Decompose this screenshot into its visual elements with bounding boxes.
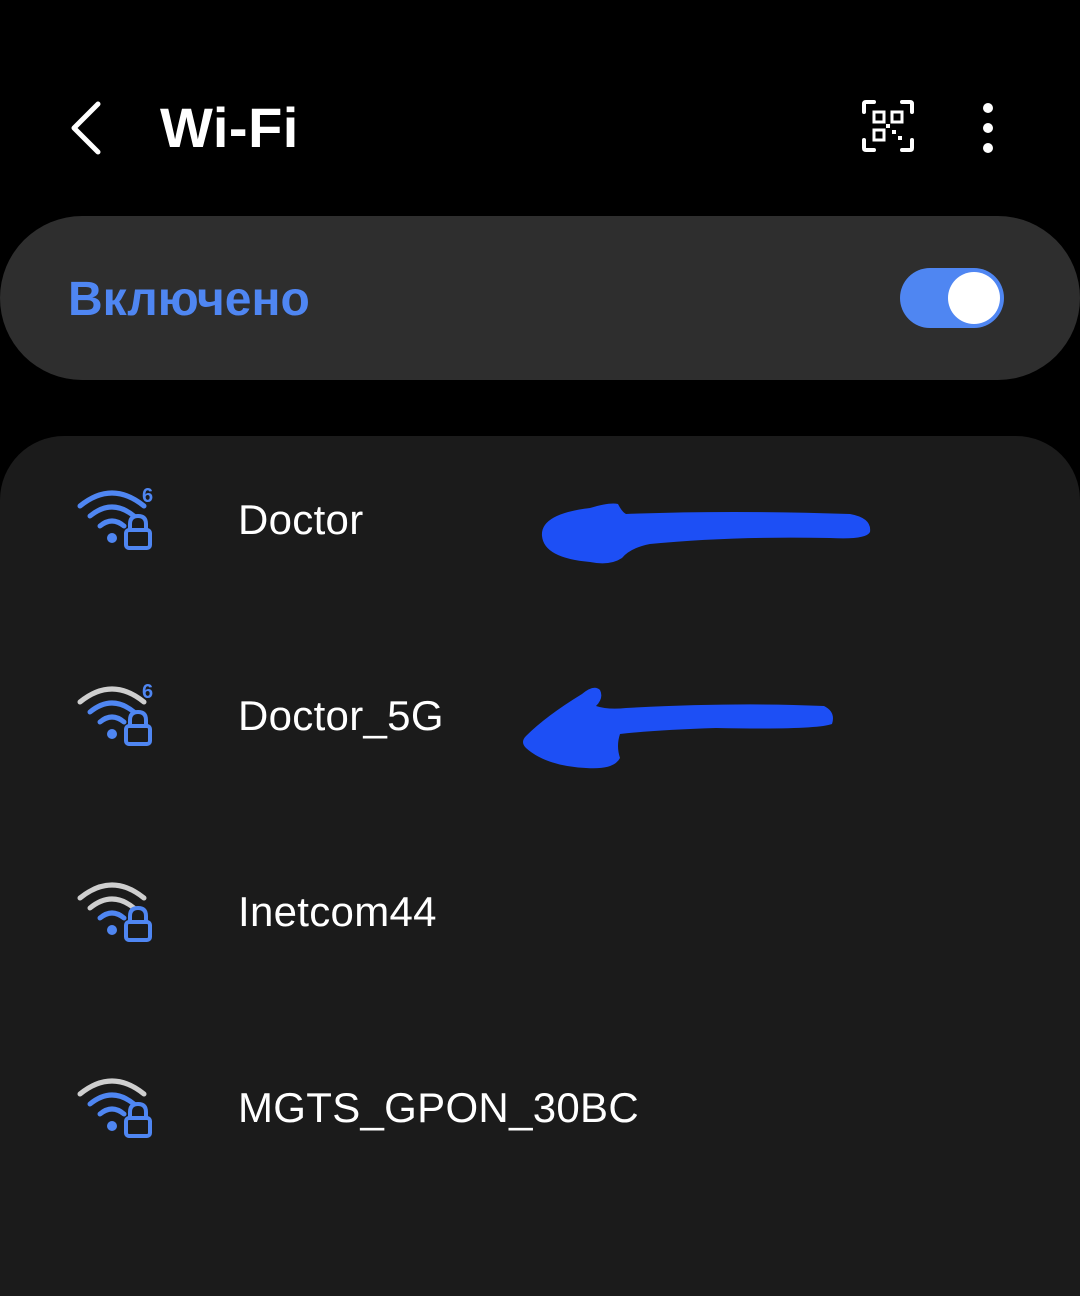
wifi-switch[interactable] <box>900 268 1004 328</box>
network-name: Inetcom44 <box>238 888 437 935</box>
wifi-lock-icon <box>77 1078 152 1138</box>
more-options-button[interactable] <box>964 96 1012 160</box>
chevron-left-icon <box>71 101 101 155</box>
svg-text:6: 6 <box>142 681 153 703</box>
wifi6-lock-icon: 6 <box>77 681 153 746</box>
back-button[interactable] <box>58 90 122 166</box>
more-vertical-icon <box>983 103 993 153</box>
switch-knob <box>948 272 1000 324</box>
wifi-toggle-label: Включено <box>68 273 310 326</box>
network-name: MGTS_GPON_30BC <box>238 1084 639 1131</box>
qr-scan-icon <box>862 100 914 152</box>
network-name: Doctor_5G <box>238 692 444 739</box>
svg-text:6: 6 <box>142 485 153 507</box>
wifi6-lock-icon: 6 <box>77 485 153 550</box>
top-app-bar: Wi-Fi <box>0 0 1080 216</box>
network-item[interactable]: 6 Doctor_5G <box>0 626 1080 822</box>
wifi-lock-icon <box>77 882 152 942</box>
network-item[interactable]: 6 Doctor <box>0 430 1080 626</box>
network-name: Doctor <box>238 496 364 543</box>
page-title: Wi-Fi <box>160 96 299 159</box>
qr-scan-button[interactable] <box>856 94 920 158</box>
network-item[interactable]: MGTS_GPON_30BC <box>0 1018 1080 1214</box>
network-item[interactable]: Inetcom44 <box>0 822 1080 1018</box>
